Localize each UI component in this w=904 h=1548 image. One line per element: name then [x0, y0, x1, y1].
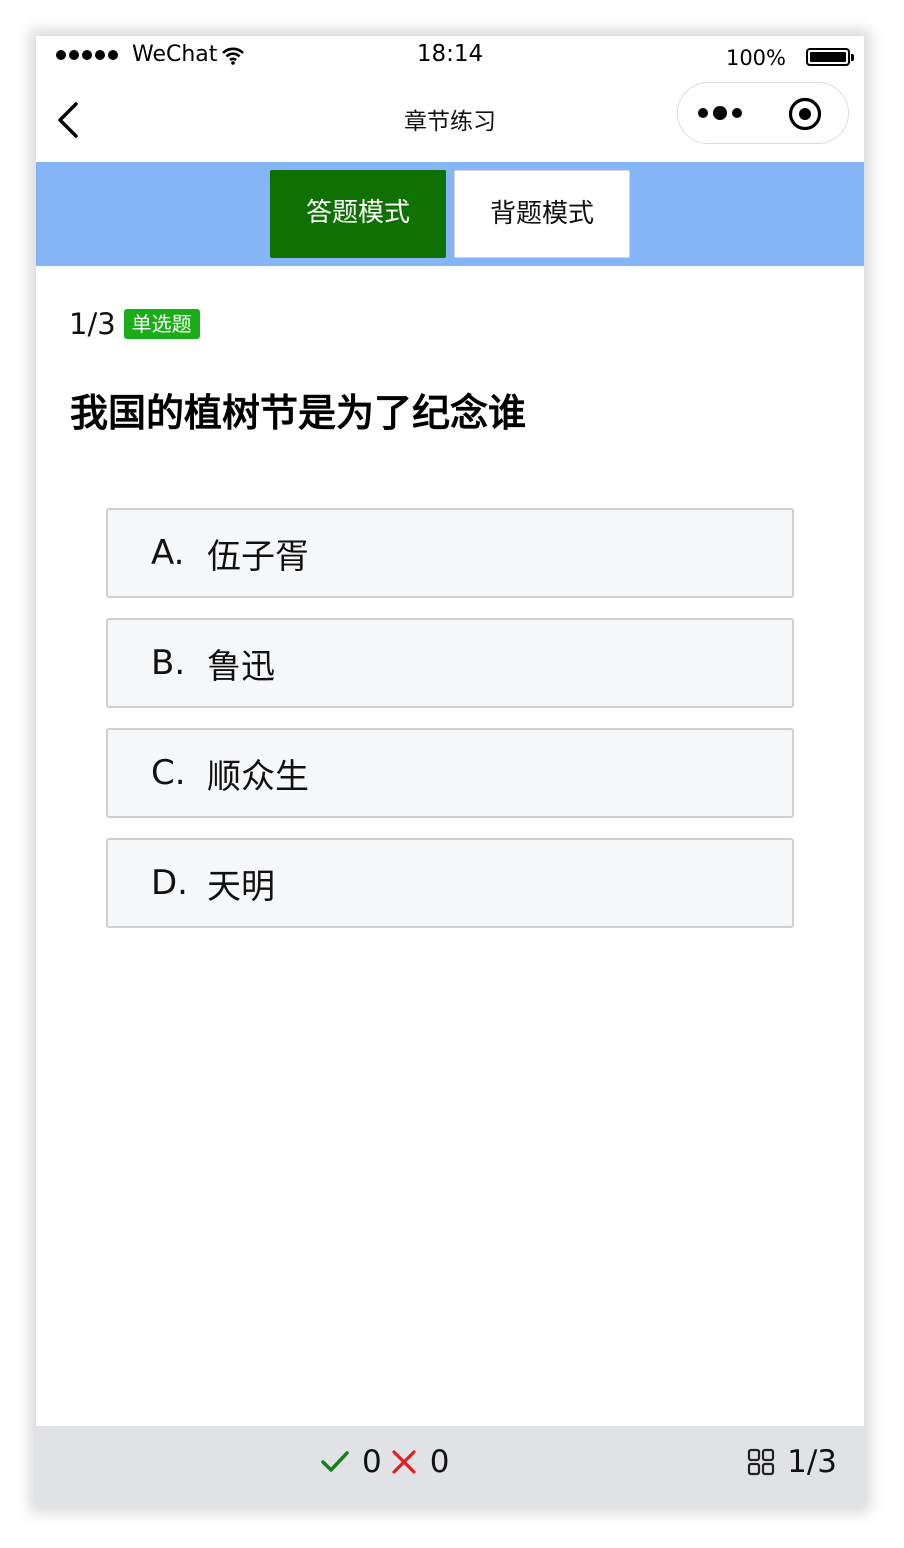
more-button[interactable]	[694, 98, 750, 128]
correct-count: 0	[362, 1444, 382, 1480]
option-letter: C.	[151, 753, 186, 793]
option-b[interactable]: B. 鲁迅	[106, 618, 794, 708]
footer-bar: 0 0 1/3	[36, 1426, 864, 1506]
option-c[interactable]: C. 顺众生	[106, 728, 794, 818]
option-letter: A.	[151, 533, 185, 573]
phone-screen: WeChat 18:14 100% 章节练习 答题模式 背题模式 1/3 单选题…	[36, 36, 864, 1506]
option-text: 天明	[207, 866, 275, 907]
option-text: 伍子胥	[207, 536, 309, 577]
question-meta: 1/3 单选题	[69, 304, 200, 344]
option-text: 鲁迅	[207, 646, 275, 687]
question-title: 我国的植树节是为了纪念谁	[70, 391, 527, 435]
question-progress-button[interactable]: 1/3	[747, 1444, 837, 1480]
option-a[interactable]: A. 伍子胥	[106, 508, 794, 598]
option-letter: D.	[151, 863, 188, 903]
grid-icon	[748, 1448, 775, 1476]
cross-icon	[392, 1450, 416, 1474]
progress-text: 1/3	[787, 1444, 837, 1480]
target-icon	[788, 97, 822, 131]
score-summary: 0 0	[320, 1444, 457, 1480]
status-bar: WeChat 18:14 100%	[36, 36, 864, 76]
check-icon	[321, 1451, 349, 1472]
question-type-badge: 单选题	[123, 309, 200, 339]
mode-switcher: 答题模式 背题模式	[36, 162, 864, 266]
battery-percent: 100%	[725, 46, 786, 70]
battery-icon	[806, 48, 854, 66]
question-index: 1/3	[69, 307, 116, 341]
review-mode-tab[interactable]: 背题模式	[454, 170, 630, 258]
close-mini-program-button[interactable]	[788, 97, 822, 131]
option-letter: B.	[151, 643, 186, 683]
more-icon	[698, 108, 708, 118]
option-list: A. 伍子胥 B. 鲁迅 C. 顺众生 D. 天明	[106, 508, 794, 948]
mini-program-capsule	[677, 82, 849, 144]
answer-mode-tab[interactable]: 答题模式	[270, 170, 446, 258]
wrong-count: 0	[429, 1444, 450, 1480]
option-d[interactable]: D. 天明	[106, 838, 794, 928]
nav-bar: 章节练习	[36, 76, 864, 162]
option-text: 顺众生	[207, 756, 309, 797]
